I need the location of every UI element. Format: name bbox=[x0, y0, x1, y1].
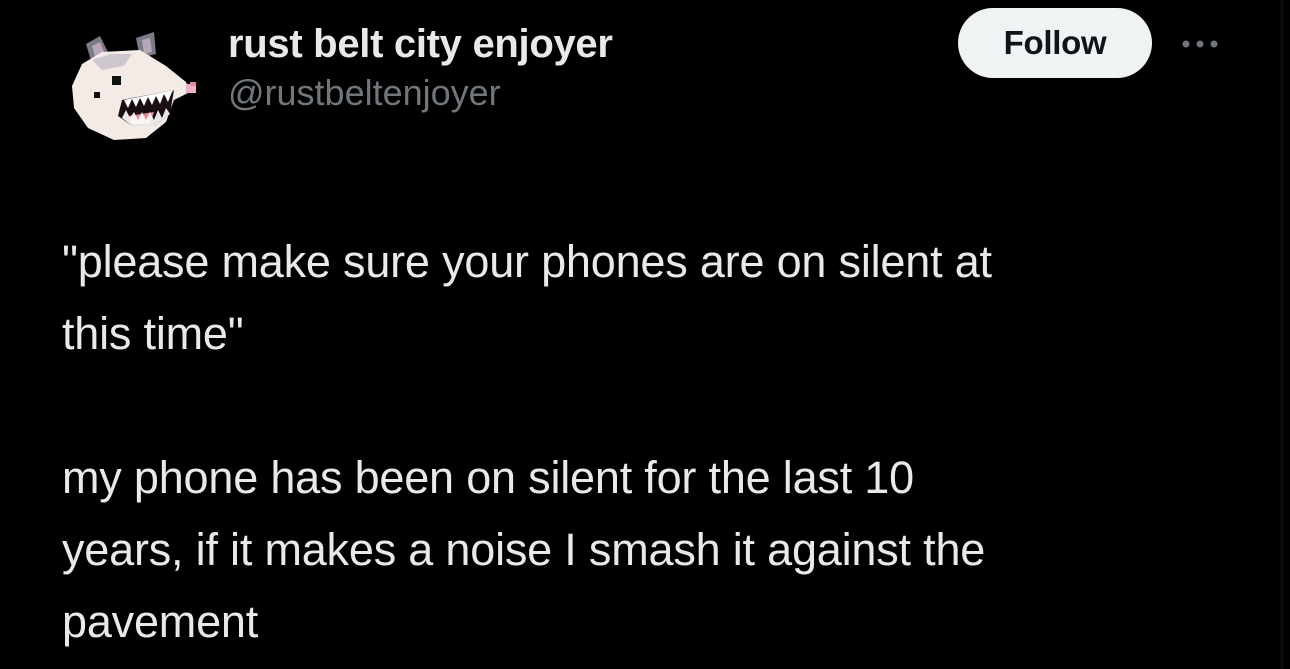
tweet-paragraph-1: "please make sure your phones are on sil… bbox=[62, 236, 992, 359]
tweet-text: "please make sure your phones are on sil… bbox=[62, 226, 1242, 658]
tweet-paragraph-2: my phone has been on silent for the last… bbox=[62, 452, 986, 647]
author-handle[interactable]: @rustbeltenjoyer bbox=[228, 70, 613, 116]
author-info[interactable]: rust belt city enjoyer @rustbeltenjoyer bbox=[228, 18, 613, 116]
scrollbar-track[interactable] bbox=[1280, 0, 1284, 669]
tweet-card: rust belt city enjoyer @rustbeltenjoyer … bbox=[0, 0, 1290, 669]
author-display-name[interactable]: rust belt city enjoyer bbox=[228, 18, 613, 70]
follow-button[interactable]: Follow bbox=[958, 8, 1152, 78]
avatar[interactable] bbox=[62, 30, 202, 150]
opossum-pixel-avatar-icon bbox=[72, 32, 196, 140]
more-horizontal-icon[interactable] bbox=[1176, 32, 1224, 56]
